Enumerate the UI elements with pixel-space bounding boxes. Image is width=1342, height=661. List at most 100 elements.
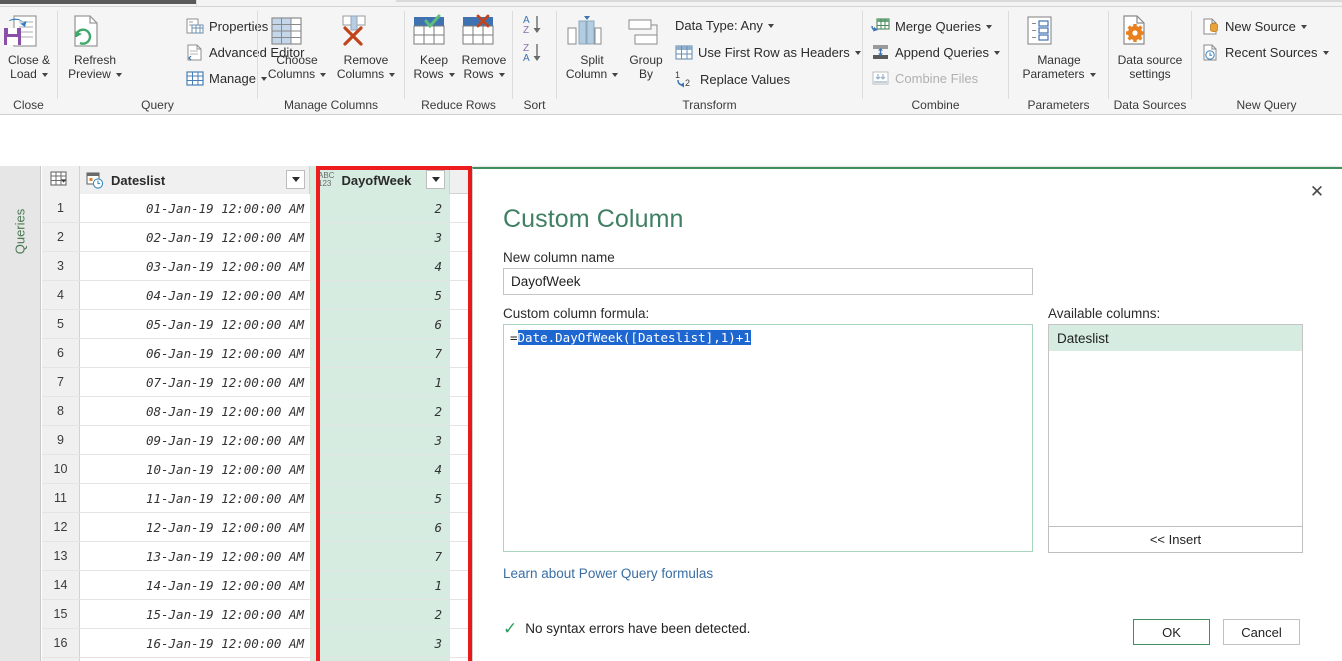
cell-dateslist[interactable]: 16-Jan-19 12:00:00 AM bbox=[80, 629, 310, 657]
available-columns-list[interactable]: Dateslist bbox=[1048, 324, 1303, 532]
cell-dateslist[interactable]: 06-Jan-19 12:00:00 AM bbox=[80, 339, 310, 367]
sort-descending-button[interactable]: Z A bbox=[522, 41, 550, 65]
cell-dateslist[interactable]: 11-Jan-19 12:00:00 AM bbox=[80, 484, 310, 512]
syntax-status: ✓ No syntax errors have been detected. bbox=[503, 620, 750, 637]
learn-power-query-formulas-link[interactable]: Learn about Power Query formulas bbox=[503, 566, 713, 581]
keep-rows-button[interactable]: Keep Rows bbox=[409, 13, 459, 81]
row-number[interactable]: 15 bbox=[42, 600, 80, 628]
power-query-editor-window: Close & Load Close Refresh Preview Prope… bbox=[0, 0, 1342, 661]
group-by-button[interactable]: Group By bbox=[623, 13, 669, 81]
replace-values-button[interactable]: 1 2 Replace Values bbox=[675, 70, 790, 88]
row-number[interactable]: 3 bbox=[42, 252, 80, 280]
cell-dateslist[interactable]: 08-Jan-19 12:00:00 AM bbox=[80, 397, 310, 425]
active-tab-indicator[interactable] bbox=[0, 0, 196, 4]
append-queries-button[interactable]: Append Queries bbox=[871, 44, 1000, 61]
cell-dateslist[interactable]: 03-Jan-19 12:00:00 AM bbox=[80, 252, 310, 280]
column-filter-dayofweek-button[interactable] bbox=[426, 170, 445, 189]
cell-dayofweek[interactable]: 5 bbox=[310, 281, 450, 309]
row-number[interactable]: 4 bbox=[42, 281, 80, 309]
choose-columns-button[interactable]: Choose Columns bbox=[264, 13, 330, 81]
cell-dateslist[interactable]: 07-Jan-19 12:00:00 AM bbox=[80, 368, 310, 396]
replace-values-icon: 1 2 bbox=[675, 70, 695, 88]
row-number[interactable]: 6 bbox=[42, 339, 80, 367]
row-number[interactable]: 10 bbox=[42, 455, 80, 483]
cell-dayofweek[interactable]: 7 bbox=[310, 339, 450, 367]
manage-parameters-button[interactable]: Manage Parameters bbox=[1019, 13, 1099, 81]
cell-dayofweek[interactable]: 6 bbox=[310, 310, 450, 338]
svg-text:1: 1 bbox=[675, 70, 680, 80]
new-column-name-input[interactable]: DayofWeek bbox=[503, 268, 1033, 295]
cell-dayofweek[interactable]: 2 bbox=[310, 397, 450, 425]
column-filter-dateslist-button[interactable] bbox=[286, 170, 305, 189]
row-number[interactable]: 5 bbox=[42, 310, 80, 338]
row-number[interactable]: 8 bbox=[42, 397, 80, 425]
column-header-dayofweek[interactable]: ABC 123 DayofWeek bbox=[310, 166, 450, 194]
remove-columns-button[interactable]: Remove Columns bbox=[332, 13, 400, 81]
svg-text:Z: Z bbox=[523, 25, 529, 36]
queries-pane-rail[interactable]: ❯ Queries bbox=[0, 116, 41, 661]
ok-button[interactable]: OK bbox=[1133, 619, 1210, 645]
close-icon[interactable]: ✕ bbox=[1306, 181, 1328, 203]
remove-rows-button[interactable]: Remove Rows bbox=[458, 13, 510, 81]
cell-dateslist[interactable]: 13-Jan-19 12:00:00 AM bbox=[80, 542, 310, 570]
cell-dayofweek[interactable]: 4 bbox=[310, 252, 450, 280]
cell-dayofweek[interactable]: 1 bbox=[310, 368, 450, 396]
cell-dateslist[interactable]: 05-Jan-19 12:00:00 AM bbox=[80, 310, 310, 338]
new-source-button[interactable]: New Source bbox=[1202, 18, 1307, 35]
merge-queries-button[interactable]: Merge Queries bbox=[871, 18, 992, 35]
row-number[interactable]: 16 bbox=[42, 629, 80, 657]
recent-sources-icon bbox=[1202, 44, 1220, 61]
sort-ascending-button[interactable]: A Z bbox=[522, 13, 550, 37]
close-and-load-button[interactable]: Close & Load bbox=[0, 13, 58, 81]
cell-dayofweek[interactable]: 1 bbox=[310, 571, 450, 599]
data-type-dropdown[interactable]: Data Type: Any bbox=[675, 18, 774, 33]
combine-files-button: Combine Files bbox=[871, 70, 978, 87]
cell-dateslist[interactable]: 12-Jan-19 12:00:00 AM bbox=[80, 513, 310, 541]
cell-dayofweek[interactable]: 3 bbox=[310, 426, 450, 454]
properties-button[interactable]: Properties bbox=[186, 18, 268, 35]
row-number[interactable]: 2 bbox=[42, 223, 80, 251]
cell-dateslist[interactable]: 09-Jan-19 12:00:00 AM bbox=[80, 426, 310, 454]
row-number[interactable]: 13 bbox=[42, 542, 80, 570]
split-column-button[interactable]: Split Column bbox=[563, 13, 621, 81]
cell-dateslist[interactable]: 14-Jan-19 12:00:00 AM bbox=[80, 571, 310, 599]
cell-dayofweek[interactable]: 4 bbox=[310, 455, 450, 483]
row-number[interactable]: 7 bbox=[42, 368, 80, 396]
remove-columns-label-1: Remove bbox=[343, 53, 389, 67]
refresh-preview-button[interactable]: Refresh Preview bbox=[64, 13, 126, 81]
cell-dayofweek[interactable]: 2 bbox=[310, 194, 450, 222]
manage-label: Manage bbox=[209, 71, 256, 86]
custom-column-formula-input[interactable]: =Date.DayOfWeek([Dateslist],1)+1 bbox=[503, 324, 1033, 552]
cell-dayofweek[interactable]: 3 bbox=[310, 223, 450, 251]
row-number[interactable]: 14 bbox=[42, 571, 80, 599]
manage-button[interactable]: Manage bbox=[186, 70, 267, 87]
group-label-new-query: New Query bbox=[1236, 98, 1297, 112]
cell-dateslist[interactable]: 02-Jan-19 12:00:00 AM bbox=[80, 223, 310, 251]
data-source-settings-button[interactable]: Data source settings bbox=[1113, 13, 1187, 81]
row-number[interactable]: 12 bbox=[42, 513, 80, 541]
cell-dayofweek[interactable]: 6 bbox=[310, 513, 450, 541]
insert-button[interactable]: << Insert bbox=[1048, 526, 1303, 553]
row-number[interactable]: 11 bbox=[42, 484, 80, 512]
cancel-button[interactable]: Cancel bbox=[1223, 619, 1300, 645]
grid-corner-table-button[interactable] bbox=[42, 166, 80, 194]
recent-sources-button[interactable]: Recent Sources bbox=[1202, 44, 1329, 61]
cell-dayofweek[interactable]: 3 bbox=[310, 629, 450, 657]
cell-dayofweek[interactable]: 2 bbox=[310, 600, 450, 628]
cell-dayofweek[interactable]: 5 bbox=[310, 484, 450, 512]
append-queries-icon bbox=[871, 44, 890, 61]
cell-dayofweek[interactable]: 7 bbox=[310, 542, 450, 570]
column-header-dateslist[interactable]: Dateslist bbox=[80, 166, 310, 194]
any-type-icon: ABC 123 bbox=[318, 172, 334, 188]
cell-dateslist[interactable]: 10-Jan-19 12:00:00 AM bbox=[80, 455, 310, 483]
row-number[interactable]: 1 bbox=[42, 194, 80, 222]
formula-selected-text: Date.DayOfWeek([Dateslist],1)+1 bbox=[517, 330, 751, 345]
cell-dateslist[interactable]: 15-Jan-19 12:00:00 AM bbox=[80, 600, 310, 628]
available-column-item[interactable]: Dateslist bbox=[1049, 325, 1302, 351]
cell-dateslist[interactable]: 01-Jan-19 12:00:00 AM bbox=[80, 194, 310, 222]
cell-dateslist[interactable]: 04-Jan-19 12:00:00 AM bbox=[80, 281, 310, 309]
svg-text:2: 2 bbox=[685, 78, 690, 88]
use-first-row-as-headers-button[interactable]: Use First Row as Headers bbox=[675, 44, 861, 61]
row-number[interactable]: 9 bbox=[42, 426, 80, 454]
dialog-title: Custom Column bbox=[503, 205, 684, 233]
